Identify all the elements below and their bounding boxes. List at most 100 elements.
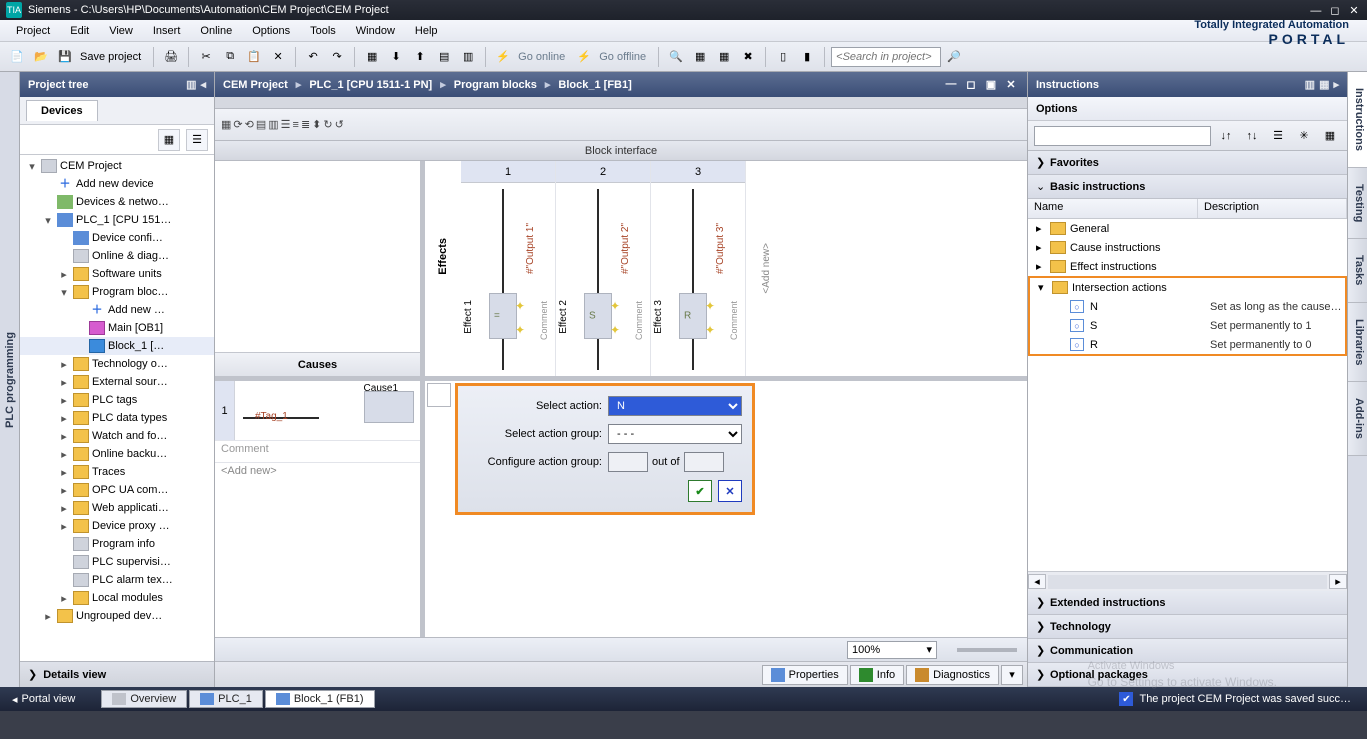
config-group-m[interactable] (684, 452, 724, 472)
zoom-select[interactable]: 100%▾ (847, 641, 937, 659)
tree-supervis[interactable]: PLC supervisi… (20, 553, 214, 571)
tree-watch[interactable]: ▸Watch and fo… (20, 427, 214, 445)
menu-insert[interactable]: Insert (143, 23, 191, 39)
menu-options[interactable]: Options (242, 23, 300, 39)
tree-online-diag[interactable]: Online & diag… (20, 247, 214, 265)
effect-col-1[interactable]: 1 Effect 1 =✦✦ #"Output 1" Comment (461, 161, 556, 376)
tree-dev-cfg[interactable]: Device confi… (20, 229, 214, 247)
effect-col-3[interactable]: 3 Effect 3 R✦✦ #"Output 3" Comment (651, 161, 746, 376)
effect-add-new[interactable]: <Add new> (746, 161, 786, 376)
copy-icon[interactable]: ⧉ (219, 46, 241, 68)
tree-plc-tags[interactable]: ▸PLC tags (20, 391, 214, 409)
editor-window-icon[interactable]: ◻ (963, 78, 979, 91)
config-group-n[interactable] (608, 452, 648, 472)
section-basic[interactable]: ⌄Basic instructions (1028, 175, 1347, 199)
tree-tech[interactable]: ▸Technology o… (20, 355, 214, 373)
et-icon-9[interactable]: ⬍ (312, 118, 321, 131)
instr-view-icon[interactable]: ▥ (1305, 79, 1315, 91)
vtab-instructions[interactable]: Instructions (1348, 72, 1367, 168)
instr-sort-icon[interactable]: ↑↓ (1241, 125, 1263, 147)
search-go-icon[interactable]: 🔎 (943, 46, 965, 68)
tree-sw-units[interactable]: ▸Software units (20, 265, 214, 283)
menu-edit[interactable]: Edit (60, 23, 99, 39)
editor-max-icon[interactable]: ▣ (983, 78, 999, 91)
section-favorites[interactable]: ❯Favorites (1028, 151, 1347, 175)
tree-web[interactable]: ▸Web applicati… (20, 499, 214, 517)
editor-close-icon[interactable]: ✕ (1003, 78, 1019, 91)
redo-icon[interactable]: ↷ (326, 46, 348, 68)
et-icon-3[interactable]: ⟲ (245, 118, 254, 131)
vtab-addins[interactable]: Add-ins (1348, 382, 1367, 456)
status-tab-block[interactable]: Block_1 (FB1) (265, 690, 375, 708)
tree-root[interactable]: ▾CEM Project (20, 157, 214, 175)
print-icon[interactable]: 🖨 (160, 46, 182, 68)
tree-alarm[interactable]: PLC alarm tex… (20, 571, 214, 589)
et-icon-5[interactable]: ▥ (268, 118, 278, 131)
details-view-header[interactable]: ❯ Details view (20, 661, 214, 687)
menu-window[interactable]: Window (346, 23, 405, 39)
cause-row-1[interactable]: 1 Cause1 = #Tag_1 (215, 381, 420, 441)
compile-icon[interactable]: ▦ (361, 46, 383, 68)
save-project-button[interactable]: Save project (78, 51, 147, 63)
undo-icon[interactable]: ↶ (302, 46, 324, 68)
scroll-left-icon[interactable]: ◂ (1028, 574, 1046, 589)
tree-plc-dt[interactable]: ▸PLC data types (20, 409, 214, 427)
tree-plc[interactable]: ▾PLC_1 [CPU 151… (20, 211, 214, 229)
tree-add-device[interactable]: ＋Add new device (20, 175, 214, 193)
status-tab-plc[interactable]: PLC_1 (189, 690, 263, 708)
cause-comment[interactable]: Comment (215, 441, 420, 463)
left-vertical-tab[interactable]: PLC programming (0, 72, 20, 687)
instructions-search-input[interactable] (1034, 126, 1211, 146)
start-icon[interactable]: ▦ (713, 46, 735, 68)
stop-icon[interactable]: ▦ (689, 46, 711, 68)
tree-ext-src[interactable]: ▸External sour… (20, 373, 214, 391)
cause-add-new[interactable]: <Add new> (215, 463, 420, 485)
open-project-icon[interactable]: 📂 (30, 46, 52, 68)
effect-col-2[interactable]: 2 Effect 2 S✦✦ #"Output 2" Comment (556, 161, 651, 376)
vtab-testing[interactable]: Testing (1348, 168, 1367, 239)
save-icon[interactable]: 💾 (54, 46, 76, 68)
et-icon-6[interactable]: ☰ (281, 118, 291, 131)
hw-icon[interactable]: ▤ (433, 46, 455, 68)
status-tab-overview[interactable]: Overview (101, 690, 187, 708)
intersection-cell-1-1[interactable] (427, 383, 451, 407)
select-action-dropdown[interactable]: N (608, 396, 742, 416)
confirm-button[interactable]: ✔ (688, 480, 712, 502)
menu-help[interactable]: Help (405, 23, 448, 39)
section-tech[interactable]: ❯Technology (1028, 615, 1347, 639)
select-group-dropdown[interactable]: - - - (608, 424, 742, 444)
et-icon-7[interactable]: ≡ (293, 119, 299, 131)
split-h-icon[interactable]: ▯ (772, 46, 794, 68)
tree-main-ob[interactable]: Main [OB1] (20, 319, 214, 337)
go-offline-button[interactable]: Go offline (597, 51, 652, 63)
tree-traces[interactable]: ▸Traces (20, 463, 214, 481)
tree-opc[interactable]: ▸OPC UA com… (20, 481, 214, 499)
et-icon-4[interactable]: ▤ (256, 118, 266, 131)
crumb-2[interactable]: Program blocks (454, 79, 537, 91)
portal-view-button[interactable]: ◂Portal view (6, 693, 81, 706)
cat-general[interactable]: ▸General (1028, 219, 1347, 238)
upload-icon[interactable]: ⬆ (409, 46, 431, 68)
section-ext[interactable]: ❯Extended instructions (1028, 591, 1347, 615)
tab-diagnostics[interactable]: Diagnostics (906, 665, 999, 685)
new-project-icon[interactable]: 📄 (6, 46, 28, 68)
cross-icon[interactable]: ✖ (737, 46, 759, 68)
crumb-3[interactable]: Block_1 [FB1] (558, 79, 631, 91)
download-icon[interactable]: ⬇ (385, 46, 407, 68)
tree-ungrouped[interactable]: ▸Ungrouped dev… (20, 607, 214, 625)
instr-view2-icon[interactable]: ✳ (1293, 125, 1315, 147)
cancel-button[interactable]: ✕ (718, 480, 742, 502)
go-online-icon[interactable]: ⚡ (492, 46, 514, 68)
pin-icon[interactable]: ◂ (200, 79, 206, 91)
tree-localmod[interactable]: ▸Local modules (20, 589, 214, 607)
split-v-icon[interactable]: ▮ (796, 46, 818, 68)
menu-project[interactable]: Project (6, 23, 60, 39)
tree-devproxy[interactable]: ▸Device proxy … (20, 517, 214, 535)
tab-properties[interactable]: Properties (762, 665, 848, 685)
cat-cause[interactable]: ▸Cause instructions (1028, 238, 1347, 257)
tab-devices[interactable]: Devices (26, 100, 98, 121)
zoom-slider[interactable] (957, 648, 1017, 652)
vtab-tasks[interactable]: Tasks (1348, 239, 1367, 302)
instr-view3-icon[interactable]: ▦ (1319, 125, 1341, 147)
instr-view1-icon[interactable]: ☰ (1267, 125, 1289, 147)
